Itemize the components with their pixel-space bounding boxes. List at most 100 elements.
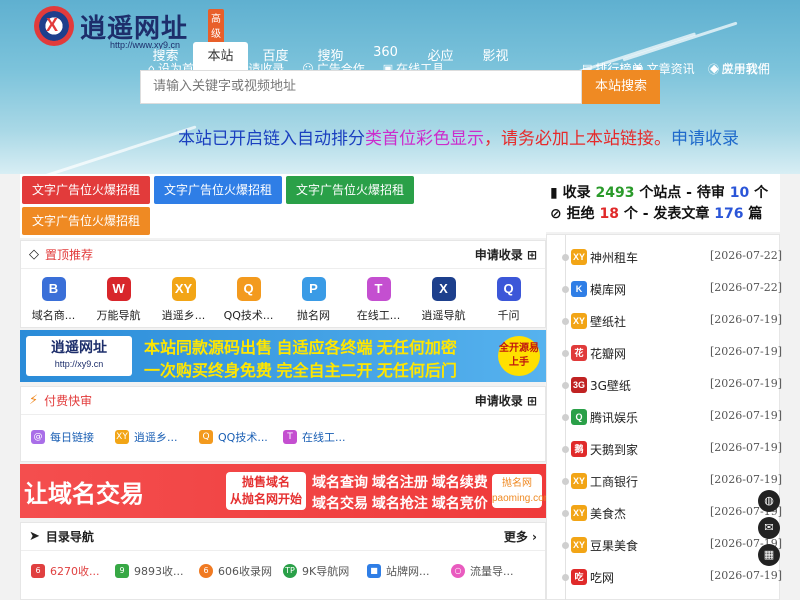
wanneng-icon: W: [106, 277, 131, 301]
xy-icon: XY: [115, 430, 129, 444]
dir-item[interactable]: ○ 流量导...: [451, 563, 535, 579]
apply-link[interactable]: 申请收录 ⊞: [475, 392, 537, 409]
qq-icon[interactable]: ◍: [758, 490, 780, 512]
latest-site-row[interactable]: Q 腾讯娱乐 [2026-07-19]: [547, 401, 782, 433]
site-name: 3G壁纸: [590, 379, 631, 393]
site-logo[interactable]: 逍遥网址 高级版 http://www.xy9.cn: [34, 6, 224, 56]
info-icon: ⓘ: [708, 62, 719, 76]
site-stats: ▮ 收录 2493 个站点 - 待审 10 个 ⊘ 拒绝 18 个 - 发表文章…: [546, 174, 780, 232]
site-date: [2026-07-19]: [710, 313, 783, 326]
banner-tag: 抛售域名 从抛名网开始: [226, 472, 306, 510]
ban-icon: ⊘: [550, 206, 562, 222]
latest-site-row[interactable]: 吃吃网 [2026-07-19]: [547, 561, 782, 593]
latest-sites-list: XY 神州租车 [2026-07-22] K 模库网 [2026-07-22] XY 壁纸社[…: [546, 234, 783, 600]
top-link-about[interactable]: ⓘ 关于我们: [708, 60, 770, 77]
site-name: 壁纸社: [590, 315, 627, 329]
site-name: 神州租车: [590, 251, 639, 265]
ad-button[interactable]: 文字广告位火爆招租: [154, 176, 282, 204]
toolbox-icon: T: [366, 277, 391, 301]
panel-header: ⚡ 付费快审 申请收录 ⊞: [21, 387, 545, 415]
qrcode-icon[interactable]: ▦: [758, 544, 780, 566]
latest-site-row[interactable]: 鹅天鹅到家 [2026-07-19]: [547, 433, 782, 465]
latest-site-row[interactable]: XY 神州租车 [2026-07-22]: [547, 241, 783, 273]
top-item[interactable]: T 在线工...: [346, 277, 411, 323]
mail-icon[interactable]: ✉: [758, 517, 780, 539]
timeline-dot: [562, 350, 569, 357]
dir-item[interactable]: 9 9893收...: [115, 563, 199, 579]
xy-nav-icon: X: [431, 277, 456, 301]
latest-site-row[interactable]: K 模库网 [2026-07-22]: [547, 273, 783, 305]
ad-button[interactable]: 文字广告位火爆招租: [22, 176, 150, 204]
paid-item[interactable]: XY 逍遥乡...: [115, 429, 199, 445]
timeline-dot: [562, 286, 569, 293]
paoming-icon: P: [301, 277, 326, 301]
paid-item[interactable]: Q QQ技术...: [199, 429, 283, 445]
top-item[interactable]: B 域名商...: [21, 277, 86, 323]
dir-item[interactable]: 6 6270收...: [31, 563, 115, 579]
dir-item[interactable]: 6 606收录网: [199, 563, 283, 579]
search-input[interactable]: 请输入关键字或视频地址: [140, 70, 582, 104]
lightning-icon: ⚡: [29, 393, 39, 408]
huaban-icon: 花: [571, 345, 587, 361]
panel-title: 付费快审: [44, 394, 93, 408]
site-6270-icon: 6: [31, 564, 45, 578]
latest-site-row[interactable]: XY 美食杰 [2026-07-19]: [547, 497, 782, 529]
top-item[interactable]: Q 千问: [476, 277, 541, 323]
xy-icon: XY: [571, 537, 587, 553]
xy-icon: XY: [171, 277, 196, 301]
paid-item[interactable]: T 在线工...: [283, 429, 367, 445]
site-date: [2026-07-22]: [710, 249, 783, 262]
site-name: 花瓣网: [590, 347, 627, 361]
domain-icon: B: [41, 277, 66, 301]
ad-bar: 文字广告位火爆招租 文字广告位火爆招租 文字广告位火爆招租 文字广告位火爆招租: [20, 174, 546, 238]
site-name: 美食杰: [590, 507, 627, 521]
chevron-right-icon: ›: [532, 530, 537, 544]
apply-link[interactable]: 申请收录 ⊞: [475, 246, 537, 263]
site-date: [2026-07-19]: [710, 473, 783, 486]
site-name: 天鹅到家: [590, 443, 639, 457]
search-button[interactable]: 本站搜索: [582, 70, 660, 104]
timeline-dot: [562, 542, 569, 549]
domain-trade-banner[interactable]: 让域名交易 抛售域名 从抛名网开始 域名查询 域名注册 域名续费 域名交易 域名抢…: [20, 464, 546, 518]
latest-site-row[interactable]: XY 工商银行 [2026-07-19]: [547, 465, 783, 497]
plus-icon: ⊞: [526, 394, 537, 408]
ad-button[interactable]: 文字广告位火爆招租: [286, 176, 414, 204]
rejected-count: 18: [599, 206, 619, 222]
pending-count: 10: [729, 185, 750, 201]
site-name: 工商银行: [590, 475, 639, 489]
paid-item[interactable]: @ 每日链接: [31, 429, 115, 445]
latest-site-row[interactable]: 3G 3G壁纸 [2026-07-19]: [547, 369, 782, 401]
site-name: 腾讯娱乐: [590, 411, 639, 425]
dir-item[interactable]: ■ 站牌网...: [367, 563, 451, 579]
paoming-logo: 抛名网paoming.com: [492, 474, 546, 508]
top-recommend-panel: ◇ 置顶推荐 申请收录 ⊞ B 域名商... W 万能导航 XY 逍遥乡... Q QQ…: [20, 240, 546, 328]
open-source-seal: 全开源易上手: [498, 336, 540, 376]
paid-review-panel: ⚡ 付费快审 申请收录 ⊞ @ 每日链接 XY 逍遥乡... Q QQ技术... T在…: [20, 386, 546, 462]
site-date: [2026-07-22]: [710, 281, 783, 294]
timeline-dot: [562, 446, 569, 453]
qq-search-icon: Q: [236, 277, 261, 301]
timeline-dot: [562, 318, 569, 325]
latest-site-row[interactable]: 花花瓣网 [2026-07-19]: [547, 337, 782, 369]
site-606-icon: 6: [199, 564, 213, 578]
diamond-icon: ◇: [29, 247, 39, 262]
xy-icon: XY: [571, 313, 587, 329]
top-item[interactable]: XY 逍遥乡...: [151, 277, 216, 323]
top-item[interactable]: P 抛名网: [281, 277, 346, 323]
xy-icon: XY: [571, 473, 587, 489]
source-code-banner[interactable]: 逍遥网址 http://xy9.cn 本站同款源码出售 自适应各终端 无任何加密 …: [20, 330, 546, 382]
dir-item[interactable]: TP 9K导航网: [283, 563, 367, 579]
toolbox-icon: T: [283, 430, 297, 444]
latest-site-row[interactable]: XY 豆果美食 [2026-07-19]: [547, 529, 782, 561]
logo-icon: [34, 6, 74, 46]
ad-button[interactable]: 文字广告位火爆招租: [22, 207, 150, 235]
top-item[interactable]: Q QQ技术...: [216, 277, 281, 323]
more-link[interactable]: 更多 ›: [504, 528, 537, 545]
site-name: 吃网: [590, 571, 615, 585]
timeline-dot: [562, 574, 569, 581]
top-item[interactable]: W 万能导航: [86, 277, 151, 323]
top-item[interactable]: X 逍遥导航: [411, 277, 476, 323]
latest-site-row[interactable]: XY 壁纸社 [2026-07-19]: [547, 305, 783, 337]
panel-header: ◇ 置顶推荐 申请收录 ⊞: [21, 241, 545, 269]
directory-list: 6 6270收... 9 9893收... 6 606收录网 TP 9K导航网 ■ 站牌网…: [21, 551, 545, 591]
